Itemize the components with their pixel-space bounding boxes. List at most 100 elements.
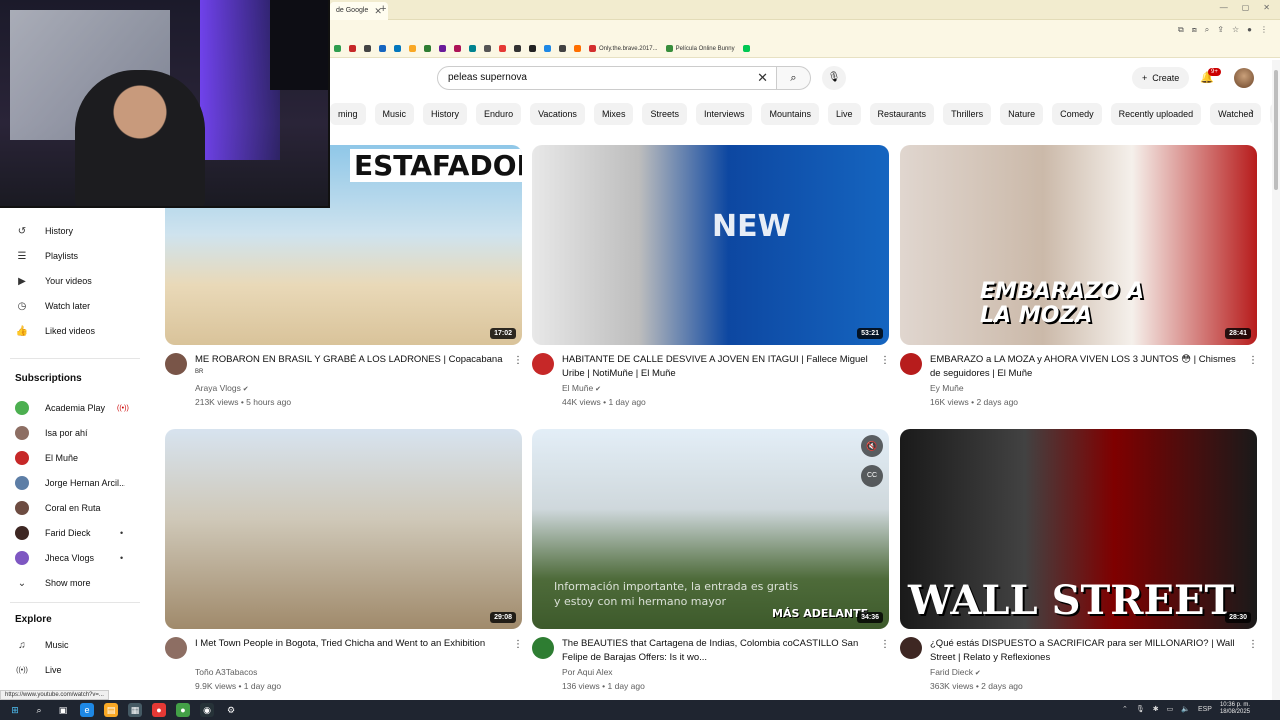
filter-chip[interactable]: History: [423, 103, 468, 125]
video-title[interactable]: I Met Town People in Bogota, Tried Chich…: [195, 637, 505, 651]
channel-avatar[interactable]: [900, 637, 922, 659]
install-icon[interactable]: ⧉: [1178, 25, 1184, 35]
zoom-icon[interactable]: ⌕: [1205, 25, 1209, 35]
bookmark-item[interactable]: [742, 45, 750, 52]
subscription-item[interactable]: El Muñe: [0, 446, 150, 470]
video-card[interactable]: EMBARAZO A LA MOZA 28:41 EMBARAZO a LA MOZ…: [900, 145, 1258, 415]
channel-avatar[interactable]: [900, 353, 922, 375]
channel-avatar[interactable]: [532, 353, 554, 375]
bookmark-item[interactable]: Only.the.brave.2017...: [589, 45, 658, 52]
video-title[interactable]: EMBARAZO a LA MOZA y AHORA VIVEN LOS 3 J…: [930, 353, 1240, 381]
bookmark-item[interactable]: [544, 45, 551, 52]
more-options-icon[interactable]: ⋮: [1248, 639, 1258, 650]
filter-chip[interactable]: Live: [828, 103, 861, 125]
tray-volume-icon[interactable]: 🔈: [1181, 705, 1190, 713]
tray-network-icon[interactable]: ▭: [1167, 705, 1174, 713]
close-window-icon[interactable]: ✕: [1263, 3, 1270, 12]
more-options-icon[interactable]: ⋮: [513, 639, 523, 650]
bookmark-item[interactable]: [394, 45, 401, 52]
video-card[interactable]: MÁS ADELANTE Información importante, la e…: [532, 429, 890, 699]
bookmark-item[interactable]: [379, 45, 386, 52]
explore-item[interactable]: ((•)) Live: [0, 658, 150, 682]
minimize-icon[interactable]: —: [1220, 3, 1228, 12]
store-icon[interactable]: ▦: [128, 703, 142, 717]
muted-speaker-icon[interactable]: 🔇: [861, 435, 883, 457]
sidebar-item[interactable]: ▶ Your videos: [0, 269, 150, 293]
channel-name[interactable]: Toño A3Tabacos: [195, 667, 257, 677]
bookmark-item[interactable]: [409, 45, 416, 52]
subscription-item[interactable]: Coral en Ruta: [0, 496, 150, 520]
maximize-icon[interactable]: ▢: [1242, 3, 1250, 12]
more-options-icon[interactable]: ⋮: [513, 355, 523, 366]
subscription-item[interactable]: Jorge Hernan Arcil...: [0, 471, 150, 495]
filter-chip[interactable]: Vacations: [530, 103, 585, 125]
filter-chip[interactable]: Enduro: [476, 103, 522, 125]
subscription-item[interactable]: Jheca Vlogs •: [0, 546, 150, 570]
video-card[interactable]: NEW 53:21 HABITANTE DE CALLE DESVIVE A JOV…: [532, 145, 890, 415]
taskbar-clock[interactable]: 10:36 p. m. 18/08/2025: [1220, 702, 1250, 716]
video-thumbnail[interactable]: MÁS ADELANTE Información importante, la e…: [532, 429, 889, 629]
profile-icon[interactable]: ●: [1247, 25, 1252, 35]
search-button[interactable]: ⌕: [777, 66, 811, 90]
file-explorer-icon[interactable]: ▤: [104, 703, 118, 717]
share-icon[interactable]: ⇪: [1217, 25, 1224, 35]
filter-chip[interactable]: ming: [330, 103, 366, 125]
video-thumbnail[interactable]: EMBARAZO A LA MOZA 28:41: [900, 145, 1257, 345]
search-input[interactable]: peleas supernova ✕: [437, 66, 777, 90]
filter-chip[interactable]: Mountains: [761, 103, 820, 125]
clear-search-icon[interactable]: ✕: [757, 67, 768, 89]
tray-language[interactable]: ESP: [1198, 706, 1212, 713]
show-more-button[interactable]: ⌄ Show more: [0, 571, 150, 595]
video-thumbnail[interactable]: 29:08: [165, 429, 522, 629]
bookmark-item[interactable]: [364, 45, 371, 52]
video-card[interactable]: WALL STREET 28:30 ¿Qué estás DISPUESTO a S…: [900, 429, 1258, 699]
account-avatar[interactable]: [1234, 68, 1254, 88]
bookmark-item[interactable]: [574, 45, 581, 52]
edge-icon[interactable]: e: [80, 703, 94, 717]
sidebar-item[interactable]: ↺ History: [0, 219, 150, 243]
bookmark-item[interactable]: [484, 45, 491, 52]
more-options-icon[interactable]: ⋮: [880, 639, 890, 650]
sidebar-item[interactable]: ☰ Playlists: [0, 244, 150, 268]
bookmark-item[interactable]: [424, 45, 431, 52]
video-title[interactable]: ¿Qué estás DISPUESTO a SACRIFICAR para s…: [930, 637, 1240, 665]
video-thumbnail[interactable]: NEW 53:21: [532, 145, 889, 345]
filter-chip[interactable]: Music: [374, 103, 415, 125]
scrollbar-thumb[interactable]: [1274, 70, 1278, 190]
taskbar-search-icon[interactable]: ⌕: [32, 703, 46, 717]
video-card[interactable]: 29:08 I Met Town People in Bogota, Tried …: [165, 429, 523, 699]
more-options-icon[interactable]: ⋮: [880, 355, 890, 366]
bookmark-item[interactable]: [439, 45, 446, 52]
subscription-item[interactable]: Isa por ahí: [0, 421, 150, 445]
bookmark-item[interactable]: [469, 45, 476, 52]
browser-menu-icon[interactable]: ⋮: [1260, 25, 1268, 35]
video-title[interactable]: The BEAUTIES that Cartagena de Indias, C…: [562, 637, 872, 665]
channel-name[interactable]: Ey Muñe: [930, 383, 964, 393]
chevron-right-icon[interactable]: ›: [1250, 106, 1254, 118]
tray-bluetooth-icon[interactable]: ✱: [1153, 705, 1159, 713]
bookmark-item[interactable]: [454, 45, 461, 52]
channel-avatar[interactable]: [165, 353, 187, 375]
sidebar-item[interactable]: ◷ Watch later: [0, 294, 150, 318]
new-tab-icon[interactable]: +: [380, 3, 386, 15]
subscription-item[interactable]: Farid Dieck •: [0, 521, 150, 545]
bookmark-item[interactable]: [499, 45, 506, 52]
filter-chip[interactable]: Interviews: [695, 103, 753, 125]
video-title[interactable]: ME ROBARON EN BRASIL Y GRABÉ A LOS LADRO…: [195, 353, 505, 367]
chrome-icon[interactable]: ●: [152, 703, 166, 717]
bookmark-item[interactable]: [529, 45, 536, 52]
explore-item[interactable]: ♫ Music: [0, 633, 150, 657]
voice-search-button[interactable]: 🎙: [822, 66, 846, 90]
more-options-icon[interactable]: ⋮: [1248, 355, 1258, 366]
task-view-icon[interactable]: ▣: [56, 703, 70, 717]
obs-icon[interactable]: ◉: [200, 703, 214, 717]
filter-chip[interactable]: Thrillers: [943, 103, 992, 125]
subscription-item[interactable]: Academia Play ((•)): [0, 396, 150, 420]
channel-name[interactable]: Farid Dieck ✔: [930, 667, 981, 677]
bookmark-star-icon[interactable]: ☆: [1232, 25, 1239, 35]
channel-name[interactable]: Por Aqui Alex: [562, 667, 613, 677]
filter-chip[interactable]: Comedy: [1052, 103, 1102, 125]
filter-chip[interactable]: Streets: [642, 103, 687, 125]
channel-name[interactable]: El Muñe ✔: [562, 383, 601, 393]
windows-start-icon[interactable]: ⊞: [8, 703, 22, 717]
